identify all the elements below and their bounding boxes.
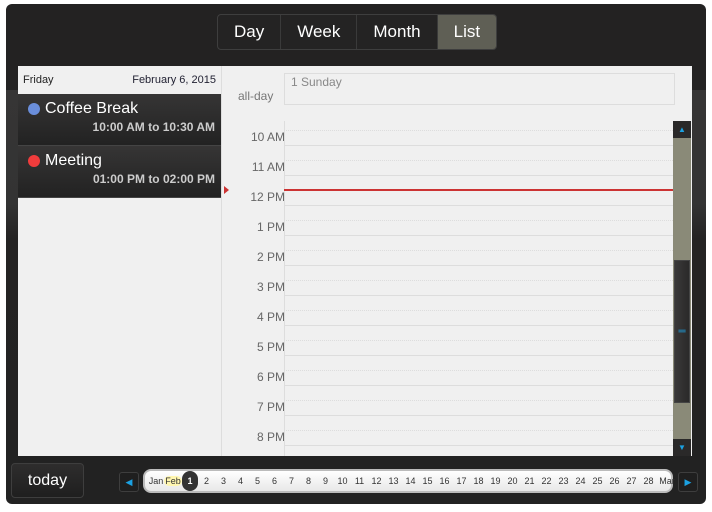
list-header: Friday February 6, 2015 <box>18 66 221 94</box>
hour-row[interactable]: 10 AM <box>222 121 673 146</box>
scroll-down-icon[interactable]: ▼ <box>673 439 691 456</box>
now-indicator-arrow <box>224 186 229 194</box>
day-column-header: 1 Sunday <box>291 75 342 89</box>
scroll-up-icon[interactable]: ▲ <box>673 121 691 138</box>
view-list-button[interactable]: List <box>437 15 497 49</box>
event-item[interactable]: Meeting 01:00 PM to 02:00 PM <box>18 146 221 198</box>
date-strip-day[interactable]: 20 <box>504 476 521 486</box>
hour-line <box>284 445 673 446</box>
hour-row[interactable]: 8 PM <box>222 415 673 446</box>
calendar-panel: Friday February 6, 2015 Coffee Break 10:… <box>18 66 692 456</box>
half-hour-line <box>284 220 673 221</box>
hour-label: 2 PM <box>256 250 285 264</box>
date-strip-day[interactable]: 14 <box>402 476 419 486</box>
view-switcher: Day Week Month List <box>217 14 498 50</box>
date-strip-day[interactable]: 7 <box>283 476 300 486</box>
hour-row[interactable]: 1 PM <box>222 205 673 236</box>
date-strip-day[interactable]: 25 <box>589 476 606 486</box>
date-strip-day[interactable]: 5 <box>249 476 266 486</box>
event-item[interactable]: Coffee Break 10:00 AM to 10:30 AM <box>18 94 221 146</box>
date-strip-day[interactable]: 3 <box>215 476 232 486</box>
event-title: Meeting <box>45 152 102 169</box>
half-hour-line <box>284 130 673 131</box>
current-month-link[interactable]: Feb <box>164 476 182 486</box>
half-hour-line <box>284 280 673 281</box>
half-hour-line <box>284 310 673 311</box>
half-hour-line <box>284 160 673 161</box>
half-hour-line <box>284 430 673 431</box>
hour-row[interactable]: 2 PM <box>222 235 673 266</box>
view-week-button[interactable]: Week <box>281 15 358 49</box>
hour-label: 6 PM <box>256 370 285 384</box>
date-strip-day[interactable]: 16 <box>436 476 453 486</box>
prev-month-arrow-icon[interactable]: ◀ <box>119 472 139 492</box>
date-strip-day[interactable]: 19 <box>487 476 504 486</box>
date-strip-day[interactable]: 4 <box>232 476 249 486</box>
date-strip-day[interactable]: 18 <box>470 476 487 486</box>
date-strip-day[interactable]: 23 <box>555 476 572 486</box>
allday-label: all-day <box>238 89 274 103</box>
date-strip-day[interactable]: 10 <box>334 476 351 486</box>
half-hour-line <box>284 340 673 341</box>
prev-month-link[interactable]: Jan <box>148 476 164 486</box>
date-strip-day[interactable]: 1 <box>182 471 198 491</box>
next-month-link[interactable]: Mar <box>657 476 677 486</box>
hour-label: 1 PM <box>256 220 285 234</box>
event-title: Coffee Break <box>45 100 139 117</box>
event-time: 01:00 PM to 02:00 PM <box>92 172 215 186</box>
hour-label: 11 AM <box>251 160 285 174</box>
event-list: Friday February 6, 2015 Coffee Break 10:… <box>18 66 222 456</box>
day-name: Friday <box>23 74 54 86</box>
event-time: 10:00 AM to 10:30 AM <box>92 120 215 134</box>
hour-row[interactable]: 6 PM <box>222 355 673 386</box>
date-strip-day[interactable]: 26 <box>606 476 623 486</box>
date-strip-day[interactable]: 11 <box>351 476 368 486</box>
allday-slot[interactable]: 1 Sunday <box>284 73 675 105</box>
half-hour-line <box>284 400 673 401</box>
date-strip-day[interactable]: 6 <box>266 476 283 486</box>
scrollbar-thumb[interactable]: ═ <box>674 260 690 403</box>
list-date: February 6, 2015 <box>132 74 216 86</box>
half-hour-line <box>284 370 673 371</box>
hour-row[interactable]: 3 PM <box>222 265 673 296</box>
hour-label: 7 PM <box>256 400 285 414</box>
hour-row[interactable]: 11 AM <box>222 145 673 176</box>
grid-divider <box>284 121 285 456</box>
date-strip-day[interactable]: 13 <box>385 476 402 486</box>
hour-label: 4 PM <box>256 310 285 324</box>
hour-row[interactable]: 5 PM <box>222 325 673 356</box>
scrollbar[interactable]: ▲ ═ ▼ <box>673 121 691 456</box>
hour-row[interactable]: 7 PM <box>222 385 673 416</box>
date-strip-day[interactable]: 8 <box>300 476 317 486</box>
view-day-button[interactable]: Day <box>218 15 282 49</box>
date-strip-day[interactable]: 2 <box>198 476 215 486</box>
hour-label: 5 PM <box>256 340 285 354</box>
date-strip: Jan Feb 1 2 3 4 5 6 7 8 9 10 11 12 13 14 15 16 17 18 19 20 2… <box>143 469 675 493</box>
event-color-dot <box>28 103 40 115</box>
hour-label: 12 PM <box>250 190 285 204</box>
view-month-button[interactable]: Month <box>357 15 438 49</box>
event-color-dot <box>28 155 40 167</box>
date-strip-day[interactable]: 21 <box>521 476 538 486</box>
date-strip-day[interactable]: 24 <box>572 476 589 486</box>
hour-label: 10 AM <box>250 130 285 144</box>
hour-row[interactable]: 4 PM <box>222 295 673 326</box>
now-indicator-line <box>284 189 673 191</box>
date-strip-day[interactable]: 22 <box>538 476 555 486</box>
hour-label: 8 PM <box>256 430 285 444</box>
today-button[interactable]: today <box>11 463 84 498</box>
date-strip-day[interactable]: 9 <box>317 476 334 486</box>
date-strip-day[interactable]: 28 <box>640 476 657 486</box>
half-hour-line <box>284 250 673 251</box>
hour-label: 3 PM <box>256 280 285 294</box>
date-strip-day[interactable]: 17 <box>453 476 470 486</box>
time-grid[interactable]: 10 AM 11 AM 12 PM 1 PM 2 PM 3 PM 4 PM 5 PM 6 PM 7… <box>222 121 673 456</box>
next-month-arrow-icon[interactable]: ▶ <box>678 472 698 492</box>
date-strip-day[interactable]: 27 <box>623 476 640 486</box>
date-strip-day[interactable]: 12 <box>368 476 385 486</box>
date-strip-day[interactable]: 15 <box>419 476 436 486</box>
